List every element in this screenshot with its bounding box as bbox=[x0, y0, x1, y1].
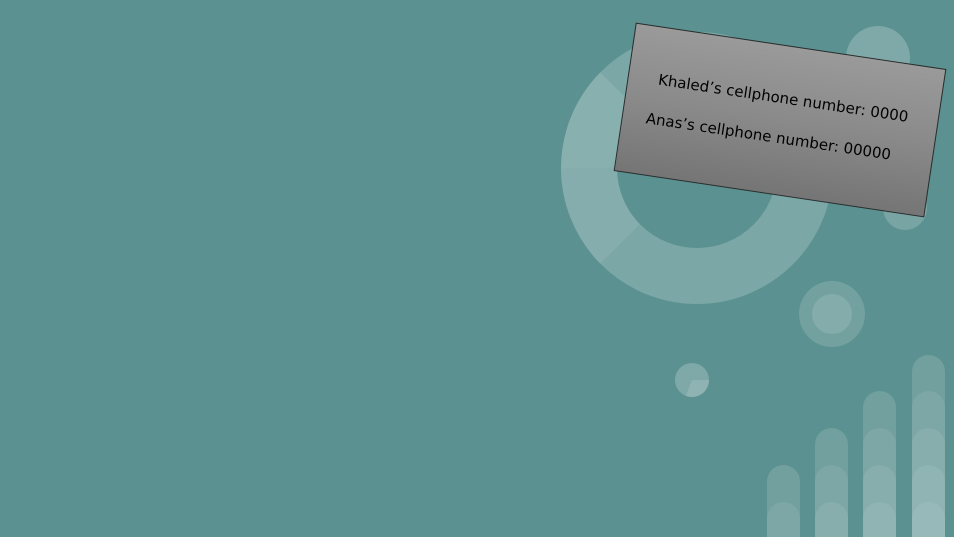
bar-cluster bbox=[767, 355, 945, 537]
tiny-pie bbox=[675, 363, 710, 398]
small-ring bbox=[799, 281, 865, 347]
